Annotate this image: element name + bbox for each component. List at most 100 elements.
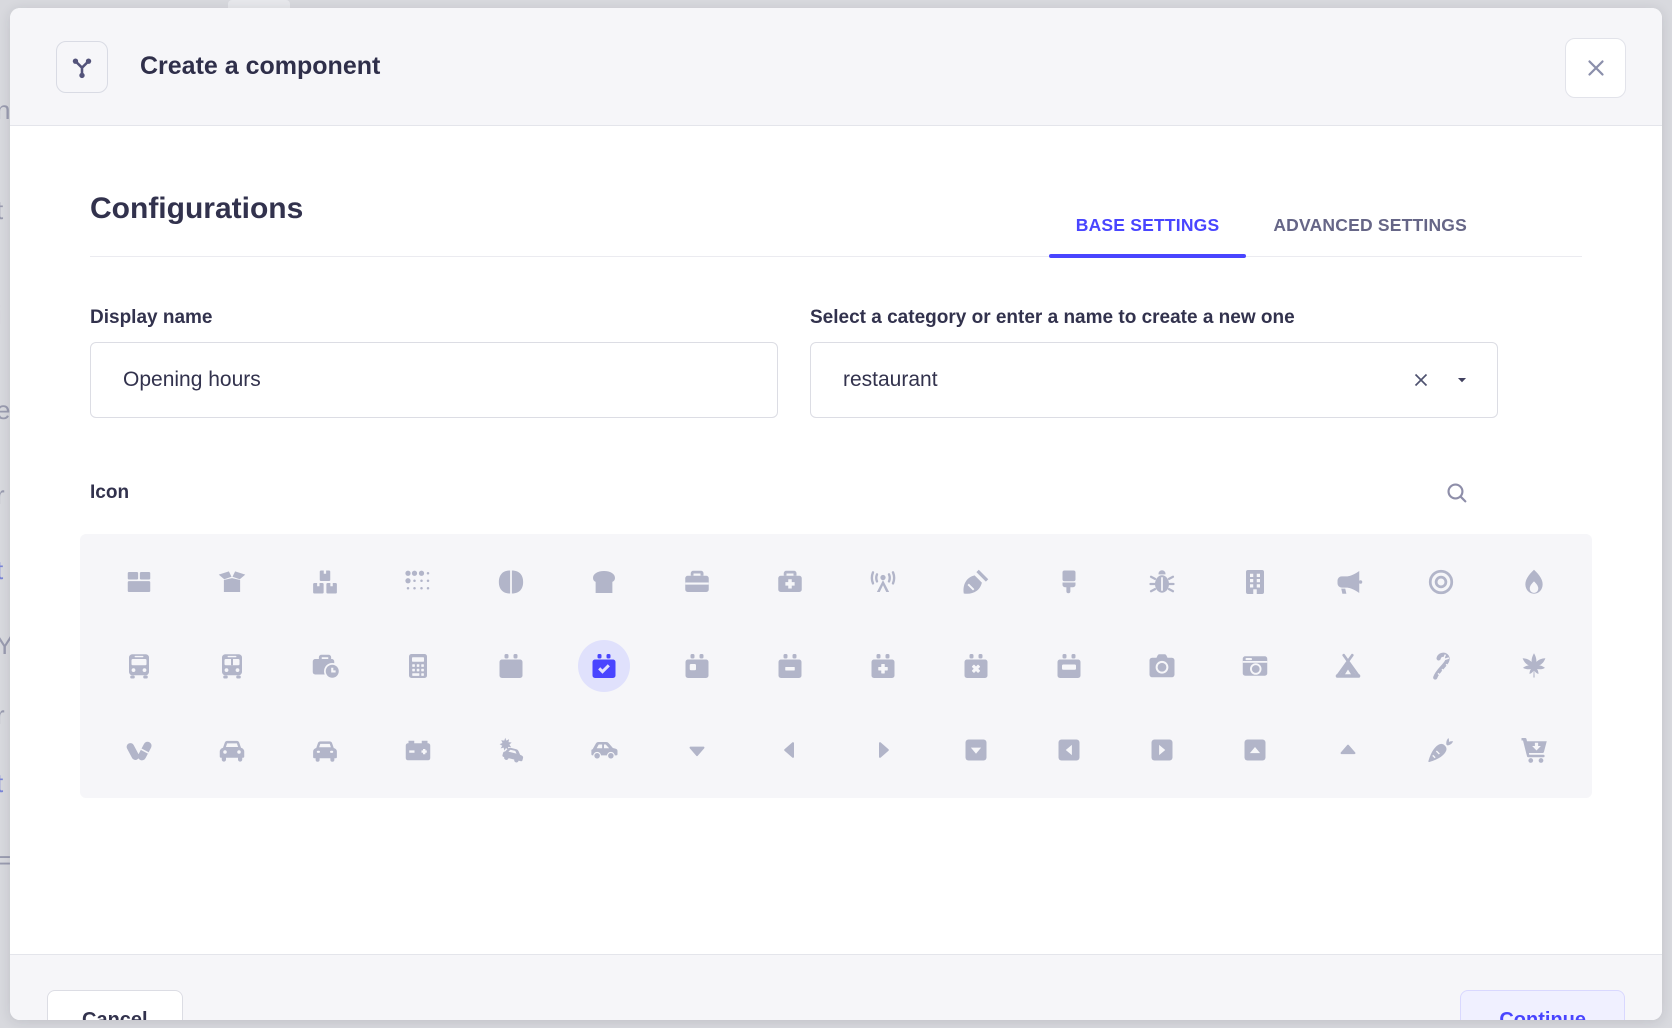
icon-option-briefcase[interactable] xyxy=(650,540,743,624)
icon-option-box[interactable] xyxy=(92,540,185,624)
icon-option-car-side[interactable] xyxy=(557,708,650,792)
bread-slice-icon xyxy=(589,567,619,597)
calculator-icon xyxy=(403,651,433,681)
continue-button[interactable]: Continue xyxy=(1460,990,1625,1021)
cart-arrow-down-icon xyxy=(1519,735,1549,765)
icon-option-camera[interactable] xyxy=(1115,624,1208,708)
icon-grid xyxy=(92,540,1580,792)
broom-icon xyxy=(961,567,991,597)
calendar-week-icon xyxy=(1054,651,1084,681)
icon-option-calendar-plus[interactable] xyxy=(836,624,929,708)
camera-retro-icon xyxy=(1240,651,1270,681)
icon-option-calendar[interactable] xyxy=(464,624,557,708)
burn-icon xyxy=(1519,567,1549,597)
caret-square-right-icon xyxy=(1147,735,1177,765)
chevron-down-icon[interactable] xyxy=(1453,371,1471,389)
icon-option-campground[interactable] xyxy=(1301,624,1394,708)
caret-right-icon xyxy=(868,735,898,765)
icon-option-calendar-times[interactable] xyxy=(929,624,1022,708)
category-select[interactable]: restaurant xyxy=(810,342,1498,418)
icon-option-bullhorn[interactable] xyxy=(1301,540,1394,624)
create-component-modal: Create a component Configurations BASE S… xyxy=(10,8,1662,1020)
icon-option-bus[interactable] xyxy=(92,624,185,708)
icon-option-caret-right[interactable] xyxy=(836,708,929,792)
search-icon[interactable] xyxy=(1444,480,1470,506)
tab-advanced-settings[interactable]: ADVANCED SETTINGS xyxy=(1246,201,1494,256)
icon-option-caret-square-up[interactable] xyxy=(1208,708,1301,792)
icon-section-header: Icon xyxy=(90,480,1582,506)
icon-option-calendar-day[interactable] xyxy=(650,624,743,708)
bullseye-icon xyxy=(1426,567,1456,597)
icon-option-cart-arrow-down[interactable] xyxy=(1487,708,1580,792)
cancel-button[interactable]: Cancel xyxy=(47,990,183,1021)
icon-option-box-open[interactable] xyxy=(185,540,278,624)
icon-option-candy-cane[interactable] xyxy=(1394,624,1487,708)
brush-icon xyxy=(1054,567,1084,597)
icon-option-burn[interactable] xyxy=(1487,540,1580,624)
tab-base-settings[interactable]: BASE SETTINGS xyxy=(1049,201,1247,256)
icon-option-business-time[interactable] xyxy=(278,624,371,708)
building-icon xyxy=(1240,567,1270,597)
bus-icon xyxy=(124,651,154,681)
caret-square-down-icon xyxy=(961,735,991,765)
icon-option-building[interactable] xyxy=(1208,540,1301,624)
capsules-icon xyxy=(124,735,154,765)
icon-option-car-battery[interactable] xyxy=(371,708,464,792)
icon-option-calculator[interactable] xyxy=(371,624,464,708)
icon-option-bug[interactable] xyxy=(1115,540,1208,624)
calendar-times-icon xyxy=(961,651,991,681)
close-button[interactable] xyxy=(1565,38,1626,98)
calendar-day-icon xyxy=(682,651,712,681)
icon-option-broom[interactable] xyxy=(929,540,1022,624)
business-time-icon xyxy=(310,651,340,681)
icon-option-car-alt[interactable] xyxy=(278,708,371,792)
modal-body: Configurations BASE SETTINGS ADVANCED SE… xyxy=(10,192,1662,954)
icon-option-caret-square-right[interactable] xyxy=(1115,708,1208,792)
icon-option-broadcast-tower[interactable] xyxy=(836,540,929,624)
icon-option-brush[interactable] xyxy=(1022,540,1115,624)
candy-cane-icon xyxy=(1426,651,1456,681)
icon-option-boxes[interactable] xyxy=(278,540,371,624)
box-icon xyxy=(124,567,154,597)
icon-option-bus-alt[interactable] xyxy=(185,624,278,708)
icon-option-car-crash[interactable] xyxy=(464,708,557,792)
icon-option-cannabis[interactable] xyxy=(1487,624,1580,708)
modal-title: Create a component xyxy=(140,52,380,81)
modal-header: Create a component xyxy=(10,8,1662,126)
car-battery-icon xyxy=(403,735,433,765)
display-name-field-group: Display name xyxy=(90,307,778,418)
category-label: Select a category or enter a name to cre… xyxy=(810,307,1498,329)
icon-option-calendar-minus[interactable] xyxy=(743,624,836,708)
display-name-label: Display name xyxy=(90,307,778,329)
car-crash-icon xyxy=(496,735,526,765)
icon-option-capsules[interactable] xyxy=(92,708,185,792)
icon-option-brain[interactable] xyxy=(464,540,557,624)
form-row: Display name Select a category or enter … xyxy=(90,307,1582,418)
icon-option-caret-up[interactable] xyxy=(1301,708,1394,792)
icon-option-carrot[interactable] xyxy=(1394,708,1487,792)
bus-alt-icon xyxy=(217,651,247,681)
clear-selection-icon[interactable] xyxy=(1409,368,1433,392)
icon-option-calendar-check[interactable] xyxy=(557,624,650,708)
icon-option-caret-left[interactable] xyxy=(743,708,836,792)
bullhorn-icon xyxy=(1333,567,1363,597)
campground-icon xyxy=(1333,651,1363,681)
box-open-icon xyxy=(217,567,247,597)
icon-option-camera-retro[interactable] xyxy=(1208,624,1301,708)
camera-icon xyxy=(1147,651,1177,681)
icon-option-calendar-week[interactable] xyxy=(1022,624,1115,708)
calendar-check-icon xyxy=(589,651,619,681)
caret-square-up-icon xyxy=(1240,735,1270,765)
icon-option-caret-down[interactable] xyxy=(650,708,743,792)
icon-option-bullseye[interactable] xyxy=(1394,540,1487,624)
icon-option-car[interactable] xyxy=(185,708,278,792)
icon-option-caret-square-down[interactable] xyxy=(929,708,1022,792)
carrot-icon xyxy=(1426,735,1456,765)
caret-square-left-icon xyxy=(1054,735,1084,765)
caret-left-icon xyxy=(775,735,805,765)
icon-option-briefcase-medical[interactable] xyxy=(743,540,836,624)
icon-option-bread-slice[interactable] xyxy=(557,540,650,624)
display-name-input[interactable] xyxy=(90,342,778,418)
icon-option-braille[interactable] xyxy=(371,540,464,624)
icon-option-caret-square-left[interactable] xyxy=(1022,708,1115,792)
